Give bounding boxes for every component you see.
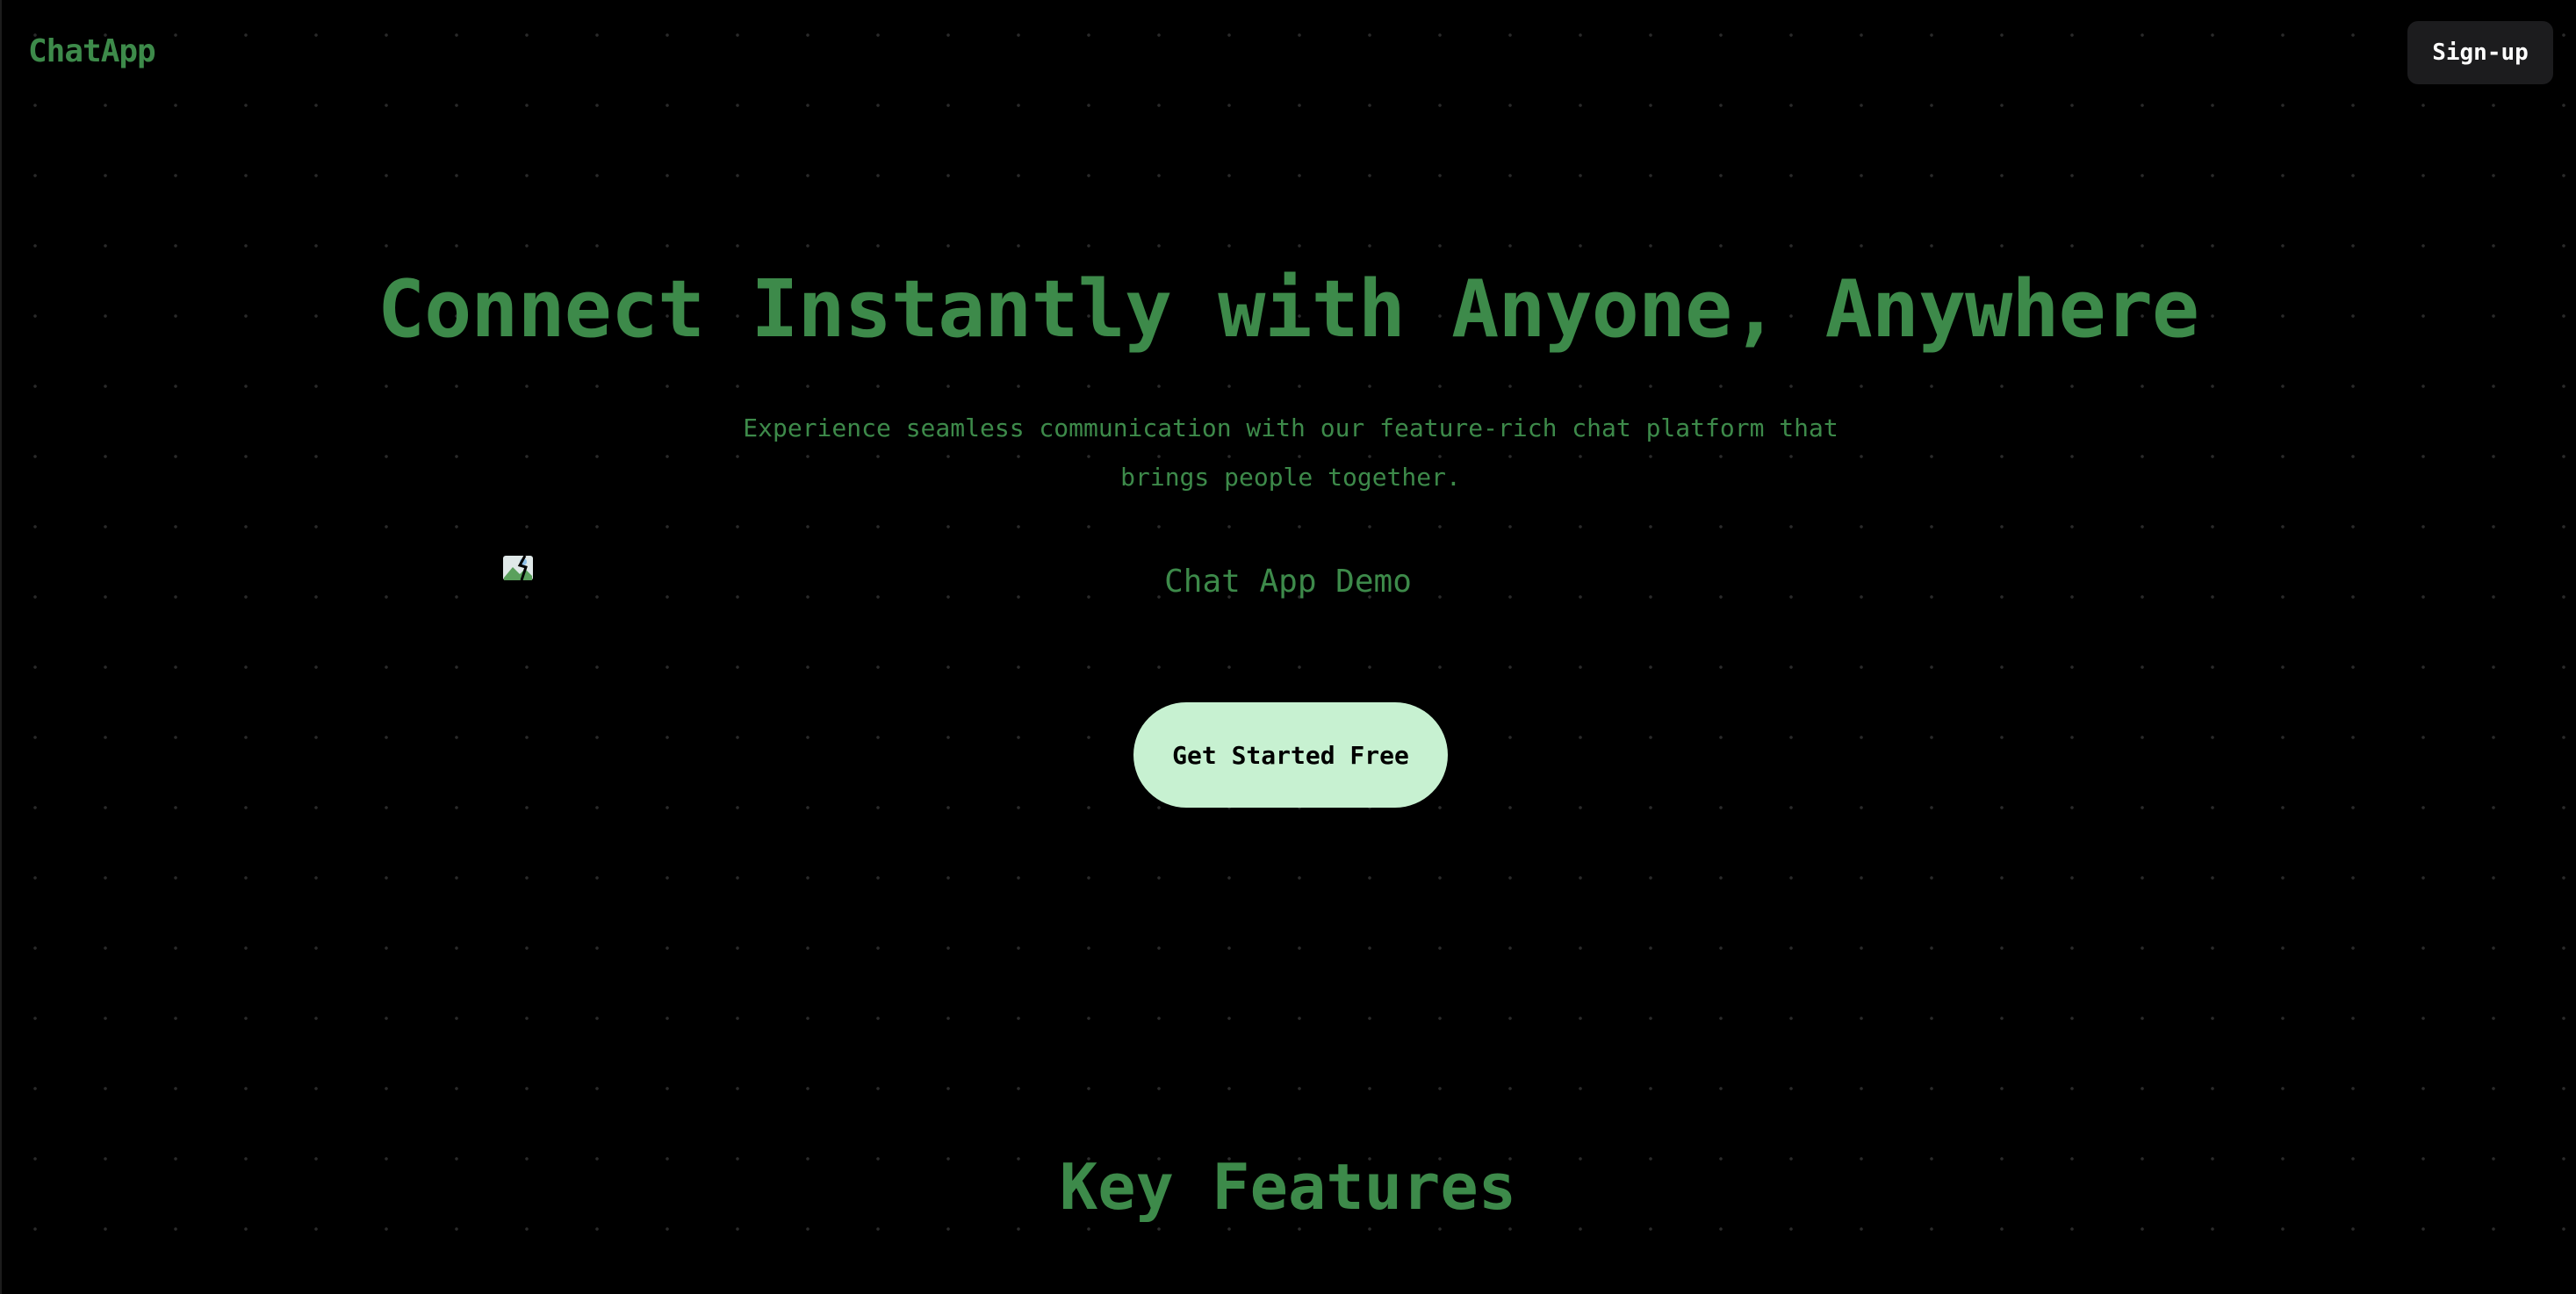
demo-image-alt-text: Chat App Demo — [1164, 564, 1412, 600]
get-started-button[interactable]: Get Started Free — [1133, 702, 1448, 808]
hero-title: Connect Instantly with Anyone, Anywhere — [377, 263, 2199, 356]
brand-logo[interactable]: ChatApp — [28, 33, 156, 69]
features-title: Key Features — [1059, 1150, 1517, 1224]
page-edge — [0, 0, 2, 1294]
signup-button[interactable]: Sign-up — [2407, 21, 2553, 84]
hero-subtitle: Experience seamless communication with o… — [743, 413, 1838, 492]
